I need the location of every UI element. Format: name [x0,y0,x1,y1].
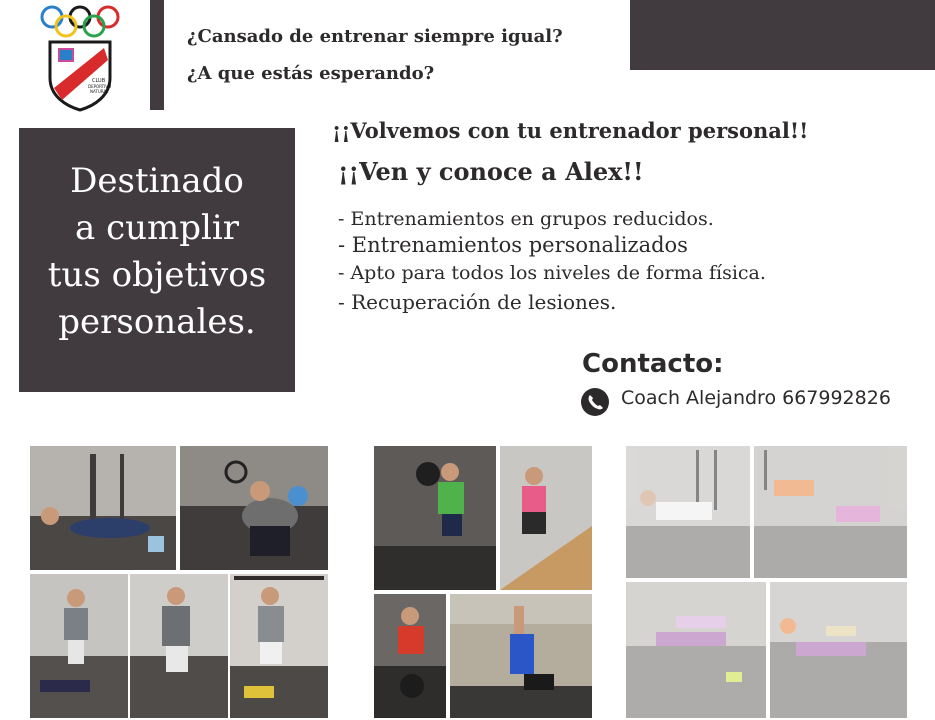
phone-icon [581,388,609,416]
photo-bench-press [180,446,328,570]
motto-panel: Destinado a cumplir tus objetivos person… [19,128,295,392]
motto-line-4: personales. [58,302,256,342]
club-shield-logo: CLUB DEPORTIVO NATURAL [48,40,112,112]
motto-line-1: Destinado [70,161,244,201]
contact-title: Contacto: [582,349,724,379]
announcement-heading-2: ¡¡Ven y conoce a Alex!! [338,157,644,186]
olympic-rings-icon [40,5,120,38]
divider-bar [150,0,164,110]
photo-trx-lunge [754,446,907,578]
photo-squat-pose [130,574,228,718]
bullet-item: - Entrenamientos en grupos reducidos. [338,208,714,230]
bullet-item: - Entrenamientos personalizados [338,233,688,257]
bullet-item: - Apto para todos los niveles de forma f… [338,262,766,284]
svg-text:NATURAL: NATURAL [90,89,109,94]
contact-phone-text: Coach Alejandro 667992826 [621,387,891,409]
photo-wall-ball [374,446,496,590]
photo-collage-middle [374,446,592,718]
photo-floor-stretch-2 [770,582,907,718]
photo-collage-left [30,446,328,718]
top-dark-panel [630,0,935,70]
photo-floor-stretch-1 [626,582,766,718]
bullet-item: - Recuperación de lesiones. [338,290,617,314]
photo-pull-up [230,574,328,718]
header-question-1: ¿Cansado de entrenar siempre igual? [187,26,563,47]
photo-stretch-reach [450,594,592,718]
photo-ring-row [626,446,750,578]
photo-kettlebell-squat [374,594,446,718]
motto-line-2: a cumplir [74,208,240,248]
photo-step-up [500,446,592,590]
photo-collage-right [626,446,907,718]
photo-box-jump [30,574,128,718]
motto-line-3: tus objetivos [47,255,267,295]
photo-plank-exercise [30,446,176,570]
header-question-2: ¿A que estás esperando? [187,63,435,84]
announcement-heading-1: ¡¡Volvemos con tu entrenador personal!! [332,118,809,143]
